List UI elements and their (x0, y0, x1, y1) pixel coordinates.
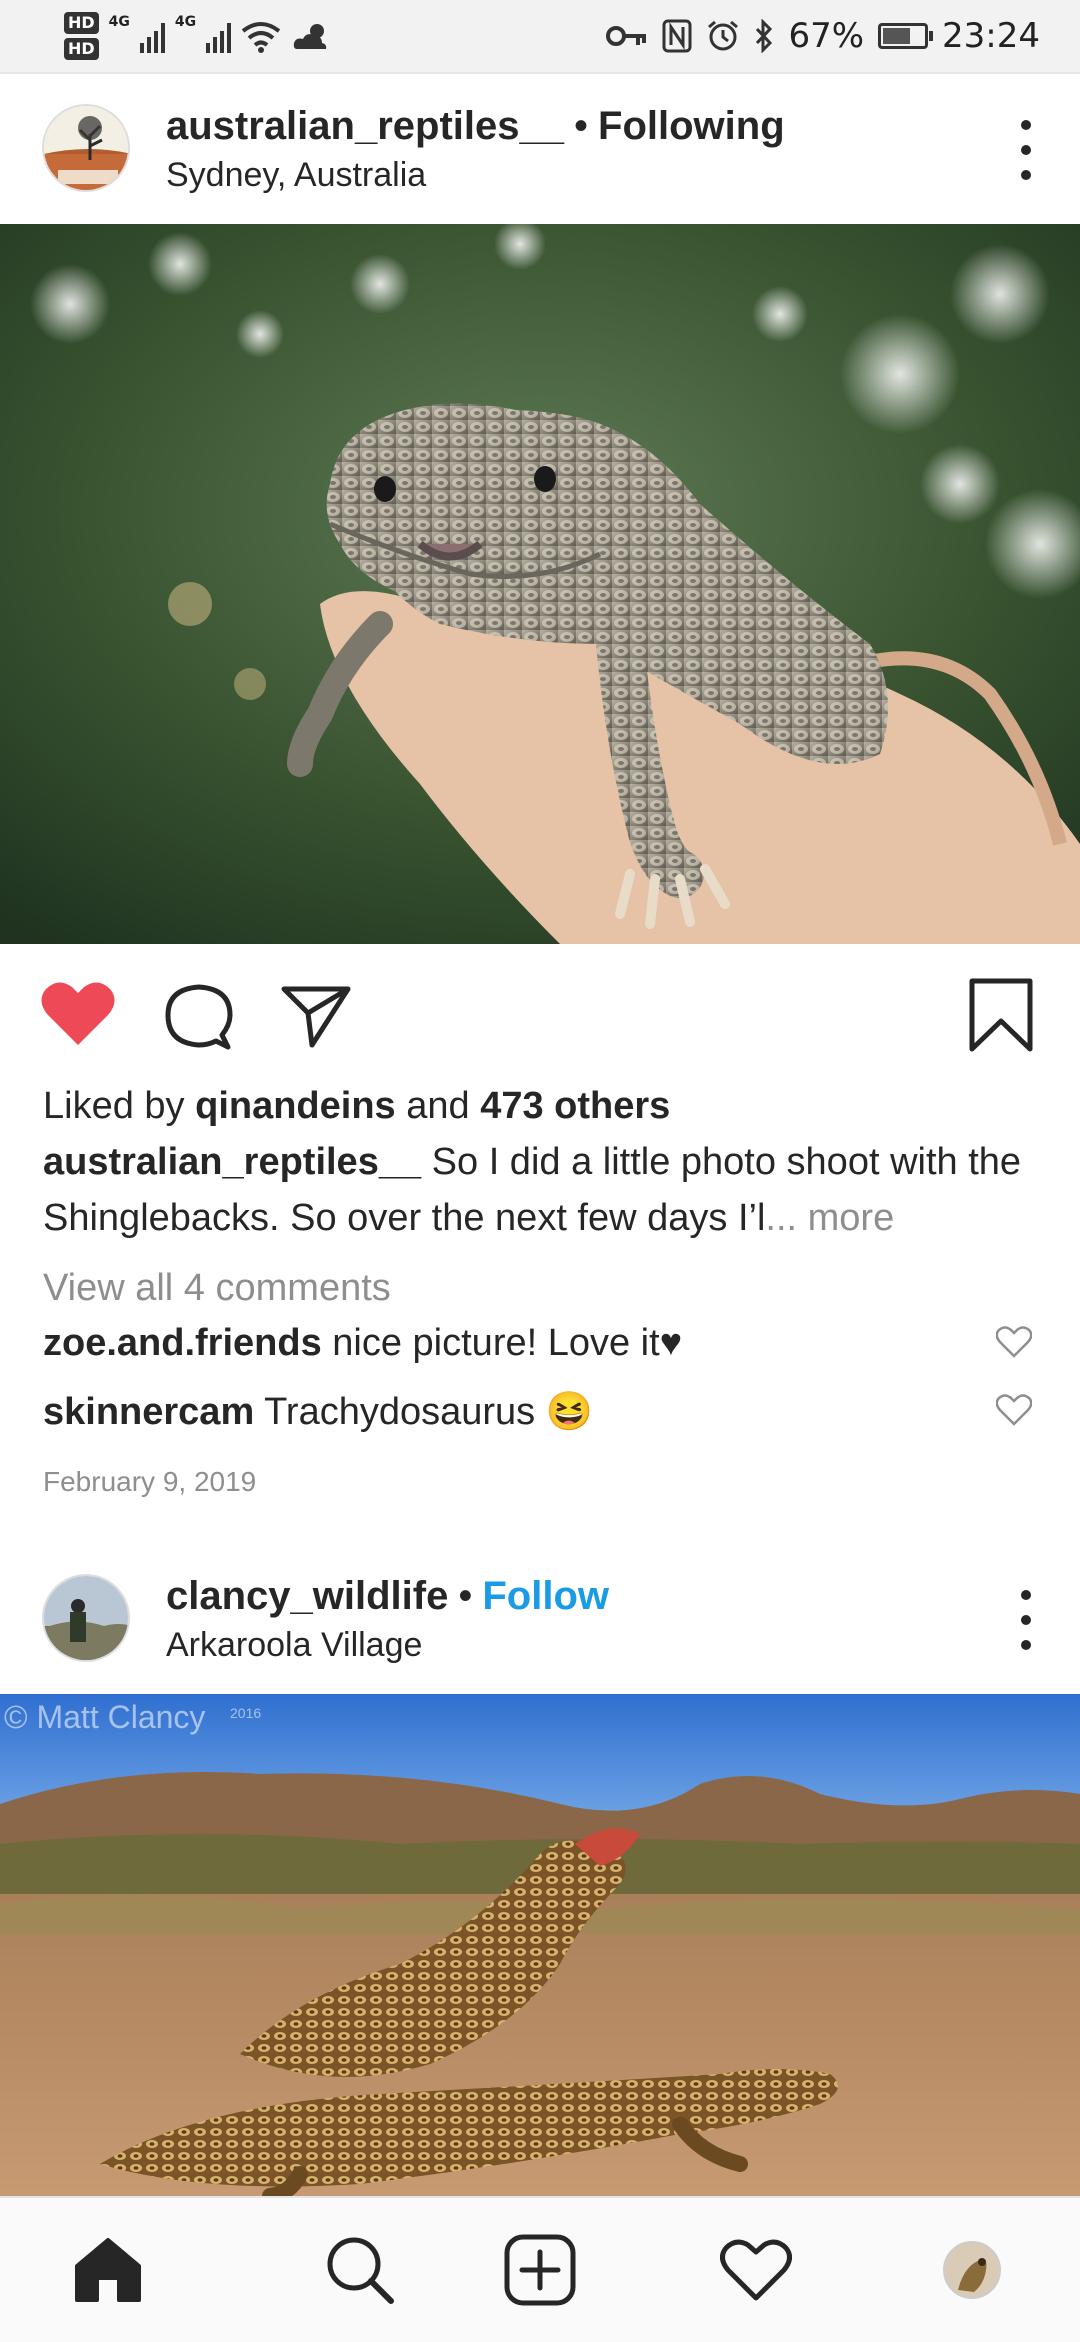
share-button[interactable] (280, 983, 352, 1054)
caption-username[interactable]: australian_reptiles__ (43, 1141, 421, 1183)
avatar[interactable] (42, 104, 130, 192)
comment-username[interactable]: zoe.and.friends (43, 1322, 322, 1364)
location-link[interactable]: Arkaroola Village (166, 1626, 422, 1665)
heart-outline-icon (995, 1326, 1033, 1358)
wifi-icon (241, 22, 281, 53)
nav-home[interactable] (72, 2234, 144, 2306)
hd-badge-2: HD (64, 38, 99, 60)
nav-new-post[interactable] (504, 2234, 576, 2306)
add-post-icon (504, 2234, 576, 2306)
clock: 23:24 (942, 16, 1040, 56)
weather-icon (293, 24, 327, 49)
following-status[interactable]: Following (598, 104, 785, 149)
hd-indicator: HD HD (64, 12, 99, 60)
view-comments-link[interactable]: View all 4 comments (43, 1260, 1043, 1316)
comment-row: zoe.and.friends nice picture! Love it♥ (43, 1322, 1043, 1365)
bottom-nav (0, 2196, 1080, 2342)
signal-icon-2 (206, 19, 232, 53)
post-header: australian_reptiles__ • Following Sydney… (0, 74, 1080, 224)
comment-text: nice picture! Love it♥ (332, 1322, 683, 1364)
comment-row: skinnercam Trachydosaurus 😆 (43, 1390, 1043, 1434)
activity-icon (720, 2239, 792, 2301)
battery-icon (878, 23, 934, 49)
key-icon (606, 26, 647, 46)
liked-and: and (406, 1085, 470, 1127)
heart-outline-icon (995, 1394, 1033, 1426)
status-bar: HD HD 4G 4G 67% 23:24 (0, 0, 1080, 74)
post-user-line: australian_reptiles__ • Following (166, 104, 785, 149)
nav-search[interactable] (324, 2234, 396, 2306)
comment-icon (165, 984, 233, 1050)
more-options-button[interactable] (1016, 1590, 1036, 1650)
liked-by-prefix: Liked by (43, 1085, 185, 1127)
nav-profile[interactable] (936, 2234, 1008, 2306)
like-button[interactable] (40, 979, 116, 1054)
comment-username[interactable]: skinnercam (43, 1391, 254, 1433)
signal-icon (139, 19, 165, 53)
follow-button[interactable]: Follow (482, 1574, 609, 1619)
username[interactable]: clancy_wildlife (166, 1574, 448, 1619)
home-icon (75, 2238, 141, 2302)
liked-user[interactable]: qinandeins (195, 1085, 396, 1127)
username[interactable]: australian_reptiles__ (166, 104, 564, 149)
share-icon (281, 986, 351, 1048)
battery-level (883, 28, 911, 44)
bluetooth-icon (756, 19, 773, 53)
caption-more-link[interactable]: ... more (765, 1197, 894, 1239)
watermark: © Matt Clancy (4, 1699, 205, 1735)
likes-count[interactable]: 473 others (480, 1085, 670, 1127)
nfc-icon (662, 19, 692, 53)
comment-text: Trachydosaurus 😆 (264, 1391, 594, 1433)
save-button[interactable] (968, 977, 1034, 1058)
separator-dot: • (458, 1574, 473, 1618)
network-type-2: 4G (174, 14, 197, 30)
post-image[interactable] (0, 224, 1080, 944)
more-options-button[interactable] (1016, 120, 1036, 180)
profile-avatar (943, 2241, 1001, 2299)
location-link[interactable]: Sydney, Australia (166, 156, 426, 195)
comment-like-button[interactable] (995, 1394, 1033, 1431)
separator-dot: • (574, 104, 589, 148)
post-date: February 9, 2019 (43, 1466, 257, 1497)
alarm-icon (708, 20, 739, 51)
post-header: clancy_wildlife • Follow Arkaroola Villa… (0, 1544, 1080, 1694)
likes-line[interactable]: Liked by qinandeins and 473 others (43, 1078, 1043, 1134)
post-actions (0, 975, 1080, 1055)
watermark-year: 2016 (230, 1705, 261, 1721)
avatar[interactable] (42, 1574, 130, 1662)
bookmark-icon (969, 978, 1033, 1052)
search-icon (327, 2237, 394, 2304)
comment-button[interactable] (164, 983, 234, 1056)
heart-filled-icon (41, 982, 115, 1045)
caption: australian_reptiles__ So I did a little … (43, 1134, 1043, 1246)
comment-like-button[interactable] (995, 1326, 1033, 1363)
post-image[interactable]: © Matt Clancy 2016 (0, 1694, 1080, 2196)
post-user-line: clancy_wildlife • Follow (166, 1574, 609, 1619)
nav-activity[interactable] (720, 2234, 792, 2306)
network-type-1: 4G (108, 14, 130, 30)
battery-percent: 67% (788, 16, 865, 56)
hd-badge-1: HD (64, 12, 99, 34)
